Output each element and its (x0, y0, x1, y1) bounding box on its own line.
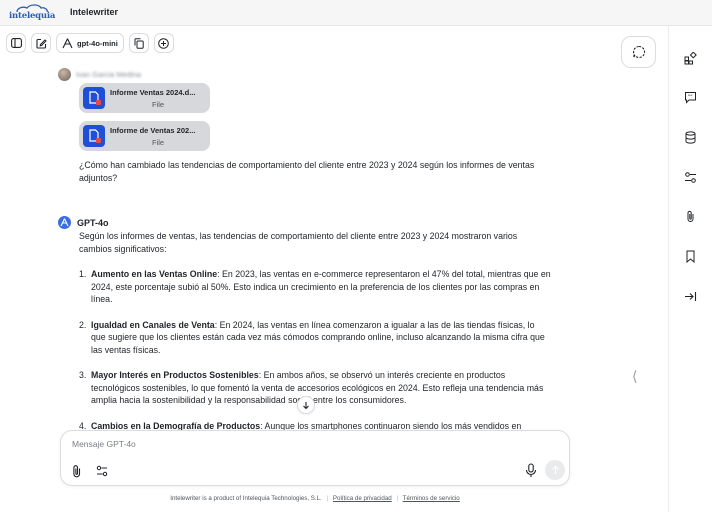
item-title: Igualdad en Canales de Venta (91, 319, 215, 330)
paperclip-icon (73, 465, 81, 478)
model-selector[interactable]: gpt-4o-mini (56, 33, 124, 53)
copy-button[interactable] (128, 33, 149, 53)
gpt-logo-icon (58, 216, 71, 229)
attachment-icon[interactable] (682, 208, 698, 224)
answer-list: 1. Aumento en las Ventas Online: En 2023,… (79, 268, 551, 430)
settings-sliders-icon[interactable] (682, 169, 698, 185)
microphone-button[interactable] (524, 463, 538, 478)
document-icon (83, 125, 105, 147)
item-text: : Aunque los smartphones continuaron sie… (260, 420, 522, 431)
brand-text: intelequia (9, 11, 56, 21)
file-name: Informe Ventas 2024.d... (110, 87, 196, 97)
list-item: 2. Igualdad en Canales de Venta: En 2024,… (79, 319, 545, 355)
footer: Intelewriter is a product of Intelequia … (170, 495, 460, 502)
file-type: File (151, 99, 165, 109)
assistant-answer: Según los informes de ventas, las tenden… (79, 230, 551, 430)
list-item: 3. Mayor Interés en Productos Sostenibles… (79, 370, 544, 405)
user-question: ¿Cómo han cambiado las tendencias de com… (79, 160, 535, 183)
model-icon (62, 38, 73, 48)
arrow-up-icon (551, 465, 559, 474)
item-title: Mayor Interés en Productos Sostenibles (91, 370, 259, 380)
toolbar: gpt-4o-mini (6, 33, 174, 53)
intelequia-logo[interactable]: intelequia (9, 4, 63, 22)
list-item: 1. Aumento en las Ventas Online: En 2023,… (79, 269, 551, 304)
privacy-link[interactable]: Política de privacidad (333, 495, 392, 502)
assistant-message-header: GPT-4o (58, 216, 109, 229)
document-icon (83, 87, 105, 109)
model-label: gpt-4o-mini (77, 38, 118, 48)
panel-resize-handle[interactable]: ⟨ (632, 368, 637, 385)
chat-bubble-icon (632, 45, 645, 59)
terms-link[interactable]: Términos de servicio (403, 495, 460, 502)
copy-icon (134, 37, 144, 49)
sliders-icon (96, 465, 108, 477)
arrow-down-icon (303, 401, 309, 409)
avatar (58, 68, 71, 81)
bookmark-icon[interactable] (682, 248, 698, 264)
assistant-name: GPT-4o (77, 217, 109, 228)
database-icon[interactable] (682, 129, 698, 145)
item-title: Aumento en las Ventas Online (91, 269, 218, 279)
add-button[interactable] (153, 33, 174, 53)
attach-file-button[interactable] (70, 464, 84, 478)
item-title: Cambios en la Demografía de Productos (91, 420, 261, 431)
message-input[interactable]: Mensaje GPT-4o (72, 439, 136, 449)
new-chat-button[interactable] (31, 33, 51, 53)
file-name: Informe de Ventas 202... (110, 125, 196, 135)
right-sidebar: " " (668, 26, 712, 512)
file-attachment-card[interactable]: Informe Ventas 2024.d... File (79, 83, 210, 113)
prompts-icon[interactable]: " " (682, 89, 698, 105)
scroll-down-button[interactable] (297, 396, 315, 414)
top-bar: intelequia Intelewriter (0, 0, 712, 26)
conversation-area: Ivan Garcia Medina Informe Ventas 2024.d… (0, 60, 640, 430)
send-button[interactable] (545, 460, 565, 480)
file-attachment-card[interactable]: Informe de Ventas 202... File (79, 121, 210, 151)
footer-text: Intelewriter is a product of Intelequia … (170, 495, 322, 502)
collapse-right-icon[interactable] (682, 288, 698, 304)
edit-icon (35, 38, 47, 49)
file-type: File (151, 137, 165, 147)
message-composer[interactable]: Mensaje GPT-4o (60, 430, 570, 486)
microphone-icon (525, 463, 537, 477)
answer-intro: Según los informes de ventas, las tenden… (79, 231, 518, 254)
app-title: Intelewriter (70, 7, 119, 17)
user-message-header: Ivan Garcia Medina (58, 68, 141, 81)
list-item: 4. Cambios en la Demografía de Productos:… (79, 420, 522, 431)
plus-circle-icon (158, 37, 170, 49)
widgets-icon[interactable] (682, 50, 698, 66)
svg-text:": " (690, 94, 692, 100)
user-name: Ivan Garcia Medina (76, 70, 142, 79)
toggle-sidebar-button[interactable] (6, 33, 26, 53)
options-button[interactable] (95, 464, 109, 478)
sidebar-icon (10, 38, 22, 48)
